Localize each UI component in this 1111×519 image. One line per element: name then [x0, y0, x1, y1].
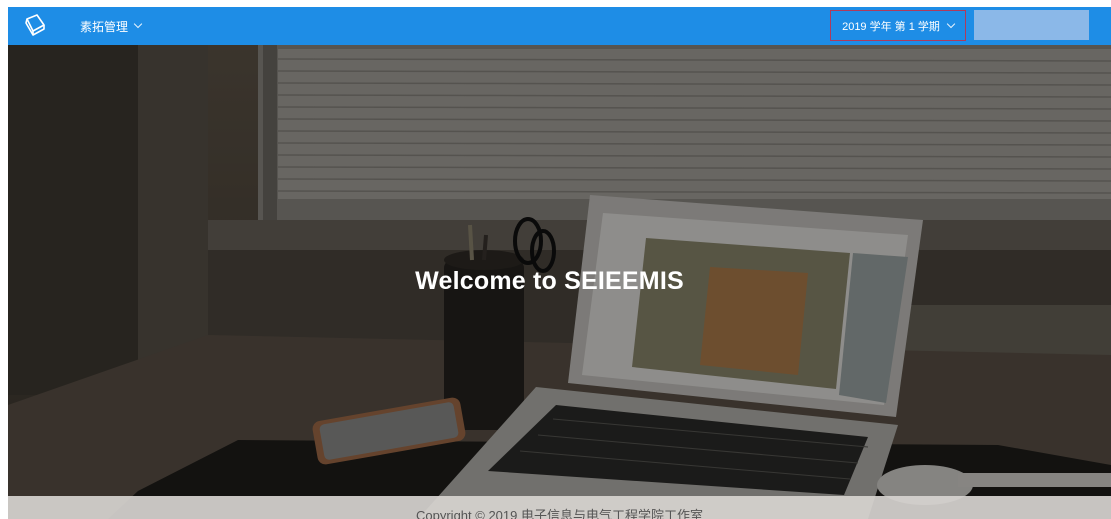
book-logo-icon[interactable]: [22, 13, 48, 39]
page: 素拓管理 2019 学年 第 1 学期 Welcome to SEIEEMIS …: [0, 0, 1111, 519]
hero-background: Welcome to SEIEEMIS: [8, 45, 1111, 519]
menu-label: 素拓管理: [80, 19, 129, 34]
copyright-text: Copyright © 2019 电子信息与电气工程学院工作室: [416, 508, 703, 519]
term-select-label: 2019 学年 第 1 学期: [842, 20, 940, 33]
chevron-down-icon: [946, 19, 956, 28]
top-nav-bar: 素拓管理 2019 学年 第 1 学期: [8, 7, 1111, 45]
welcome-heading: Welcome to SEIEEMIS: [415, 267, 684, 295]
menu-dropdown-trigger[interactable]: 素拓管理: [80, 7, 143, 45]
footer: Copyright © 2019 电子信息与电气工程学院工作室: [8, 496, 1111, 519]
chevron-down-icon: [133, 19, 143, 29]
term-select[interactable]: 2019 学年 第 1 学期: [830, 10, 966, 41]
user-info-box[interactable]: [974, 10, 1089, 40]
